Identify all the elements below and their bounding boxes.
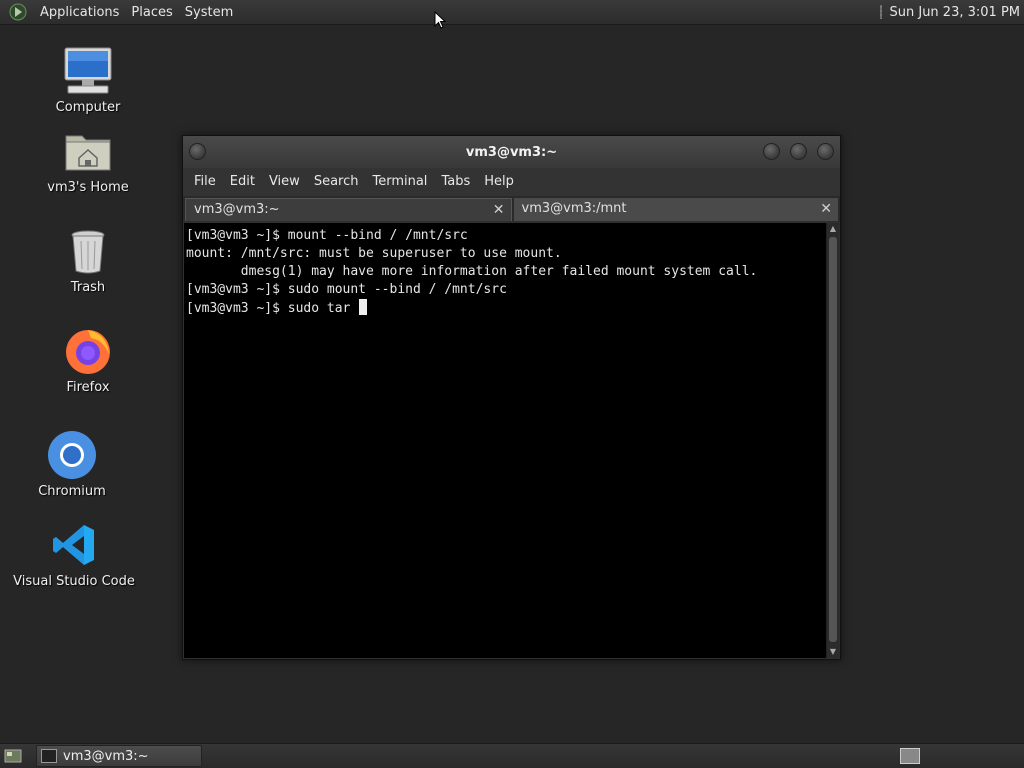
desktop-icon-label: vm3's Home <box>47 180 129 195</box>
menu-terminal[interactable]: Terminal <box>365 168 434 196</box>
vscode-icon <box>47 518 101 572</box>
text-cursor <box>359 299 368 315</box>
terminal-icon <box>41 749 57 763</box>
terminal-tab-bar: vm3@vm3:~ ✕ vm3@vm3:/mnt ✕ <box>183 196 840 221</box>
menu-view[interactable]: View <box>262 168 307 196</box>
close-tab-icon[interactable]: ✕ <box>820 198 832 220</box>
workspace-switcher[interactable] <box>900 748 920 764</box>
desktop-icon-label: Trash <box>70 280 106 295</box>
desktop-icon-label: Visual Studio Code <box>13 574 135 589</box>
terminal-line: [vm3@vm3 ~]$ mount --bind / /mnt/src <box>186 228 468 243</box>
firefox-icon <box>61 324 115 378</box>
terminal-menubar: File Edit View Search Terminal Tabs Help <box>183 168 840 196</box>
tab-home[interactable]: vm3@vm3:~ ✕ <box>185 198 512 221</box>
terminal-scrollbar[interactable]: ▲ ▼ <box>826 223 839 658</box>
menu-tabs[interactable]: Tabs <box>434 168 477 196</box>
maximize-button[interactable] <box>790 143 807 160</box>
places-menu[interactable]: Places <box>125 0 178 25</box>
terminal-line: dmesg(1) may have more information after… <box>186 264 758 279</box>
show-desktop-icon[interactable] <box>2 746 24 766</box>
terminal-prompt-line: [vm3@vm3 ~]$ sudo tar <box>186 299 827 318</box>
trash-icon <box>61 224 115 278</box>
close-button[interactable] <box>817 143 834 160</box>
chromium-icon <box>45 428 99 482</box>
desktop-icon-trash[interactable]: Trash <box>28 224 148 295</box>
top-panel: Applications Places System Sun Jun 23, 3… <box>0 0 1024 25</box>
scroll-down-icon[interactable]: ▼ <box>827 646 839 658</box>
menu-search[interactable]: Search <box>307 168 366 196</box>
desktop-icon-firefox[interactable]: Firefox <box>28 324 148 395</box>
desktop-icon-computer[interactable]: Computer <box>28 44 148 115</box>
terminal-line: mount: /mnt/src: must be superuser to us… <box>186 246 562 261</box>
desktop-icon-home[interactable]: vm3's Home <box>28 124 148 195</box>
tab-label: vm3@vm3:/mnt <box>521 201 627 216</box>
desktop-icon-label: Computer <box>55 100 121 115</box>
taskbar-window-button[interactable]: vm3@vm3:~ <box>36 745 202 767</box>
menu-file[interactable]: File <box>187 168 223 196</box>
terminal-window[interactable]: vm3@vm3:~ File Edit View Search Terminal… <box>182 135 841 660</box>
gnome-foot-icon[interactable] <box>8 2 28 22</box>
menu-help[interactable]: Help <box>477 168 521 196</box>
window-titlebar[interactable]: vm3@vm3:~ <box>183 136 840 168</box>
home-folder-icon <box>61 124 115 178</box>
terminal-current-command: [vm3@vm3 ~]$ sudo tar <box>186 301 359 316</box>
applications-menu[interactable]: Applications <box>34 0 125 25</box>
mouse-pointer-icon <box>434 11 446 29</box>
taskbar-window-label: vm3@vm3:~ <box>63 748 149 764</box>
window-title: vm3@vm3:~ <box>465 144 558 160</box>
close-tab-icon[interactable]: ✕ <box>493 199 505 221</box>
desktop-icon-chromium[interactable]: Chromium <box>12 428 132 499</box>
desktop-icon-label: Firefox <box>66 380 110 395</box>
minimize-button[interactable] <box>763 143 780 160</box>
system-menu[interactable]: System <box>179 0 239 25</box>
scrollbar-thumb[interactable] <box>829 237 837 642</box>
desktop-icon-vscode[interactable]: Visual Studio Code <box>13 518 135 589</box>
window-menu-button[interactable] <box>189 143 206 160</box>
computer-icon <box>61 44 115 98</box>
tab-mnt[interactable]: vm3@vm3:/mnt ✕ <box>513 198 838 221</box>
menu-edit[interactable]: Edit <box>223 168 262 196</box>
scroll-up-icon[interactable]: ▲ <box>827 223 839 235</box>
tab-label: vm3@vm3:~ <box>194 202 280 217</box>
desktop-icon-label: Chromium <box>38 484 106 499</box>
terminal-output[interactable]: [vm3@vm3 ~]$ mount --bind / /mnt/src moun… <box>184 223 827 658</box>
panel-separator <box>879 5 882 19</box>
terminal-line: [vm3@vm3 ~]$ sudo mount --bind / /mnt/sr… <box>186 282 507 297</box>
bottom-panel: vm3@vm3:~ <box>0 743 1024 768</box>
clock[interactable]: Sun Jun 23, 3:01 PM <box>890 5 1021 20</box>
